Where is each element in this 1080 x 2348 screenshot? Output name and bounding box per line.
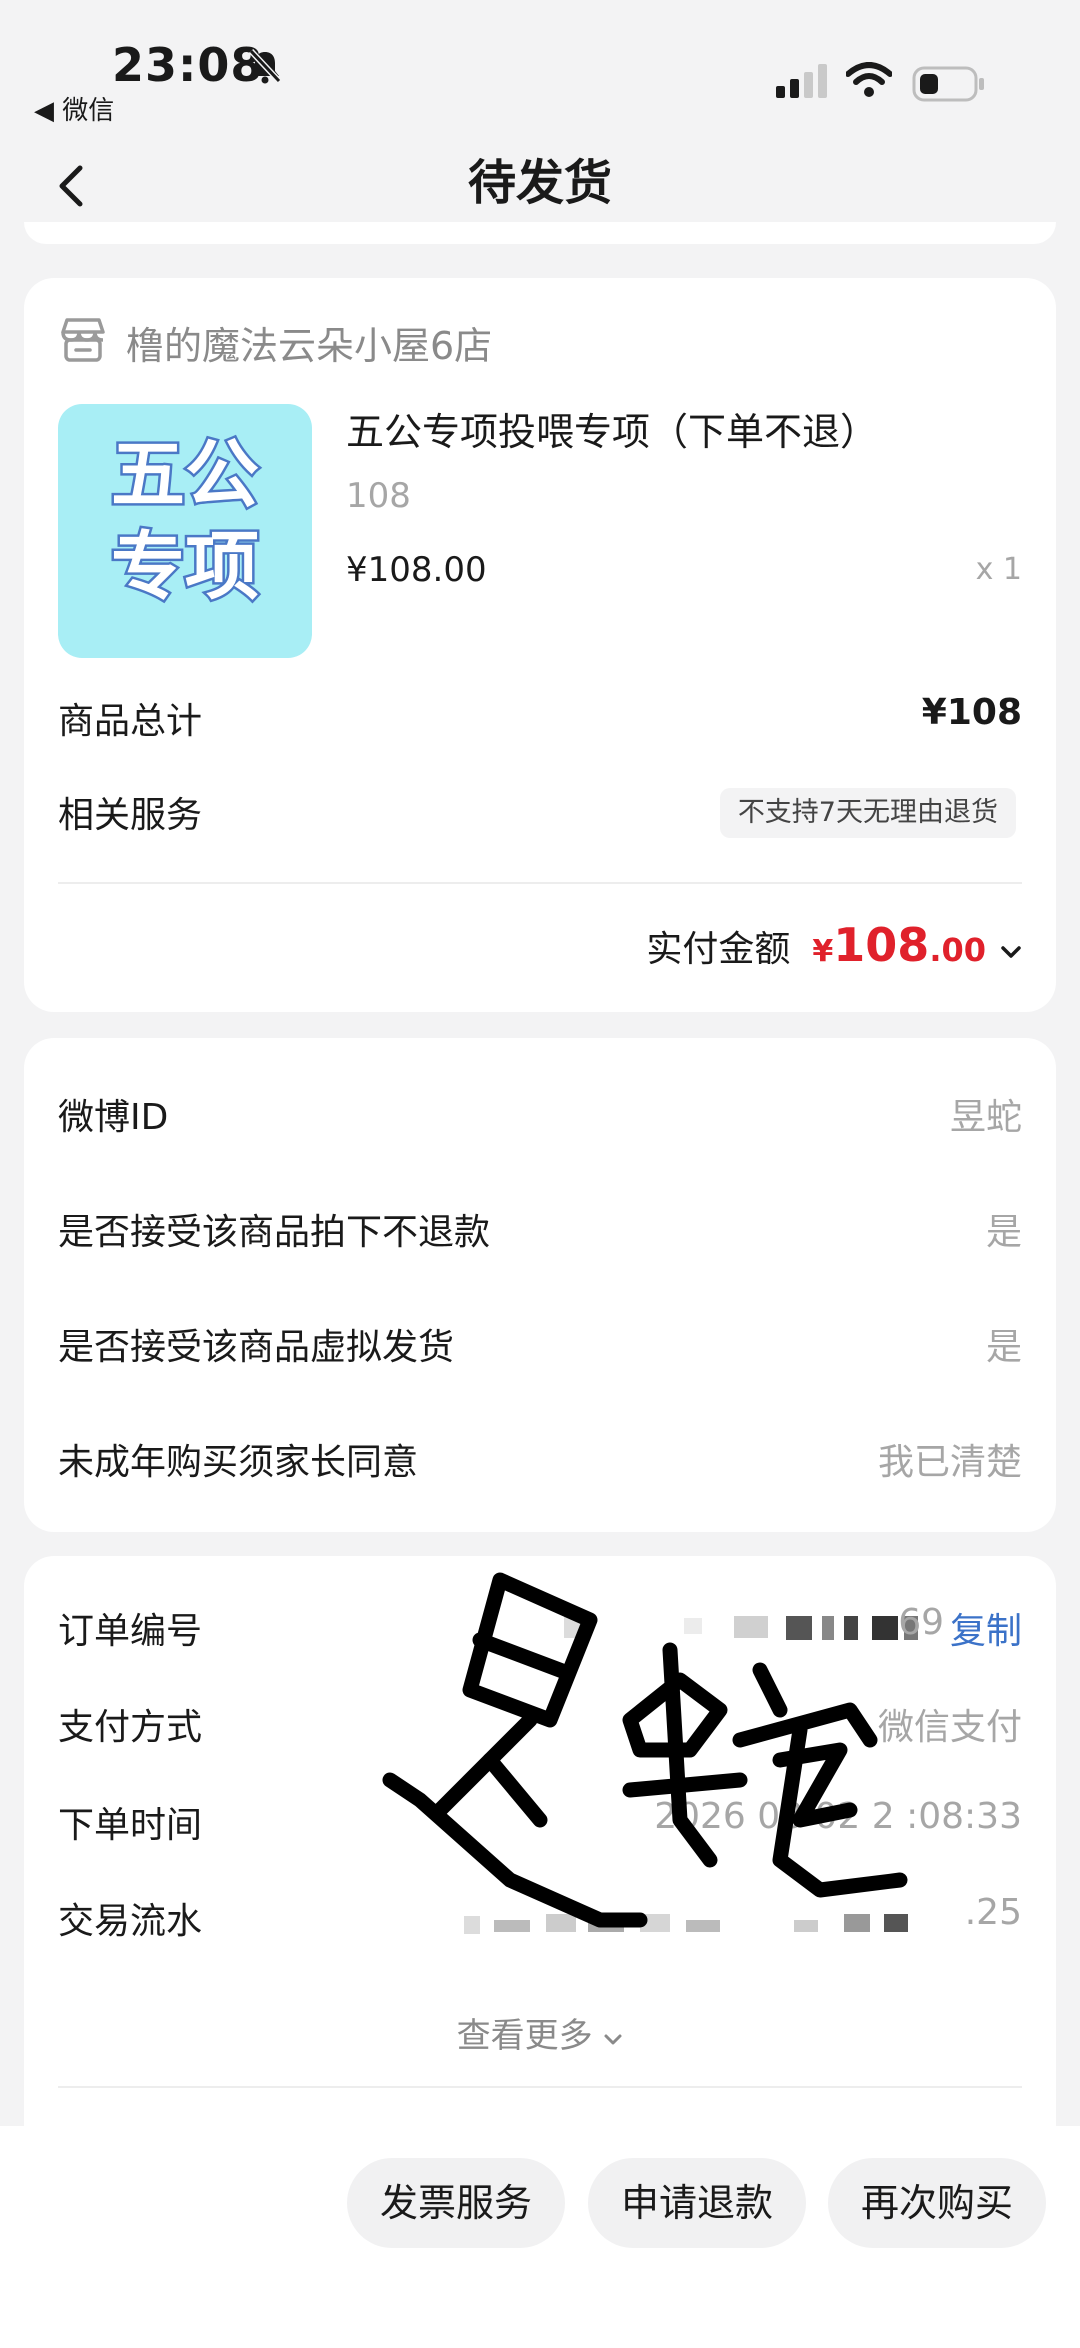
divider	[58, 2086, 1022, 2088]
status-time: 23:08	[112, 38, 264, 92]
order-time-label: 下单时间	[58, 1805, 203, 1846]
related-service-label: 相关服务	[58, 795, 203, 836]
request-refund-button[interactable]: 申请退款	[588, 2158, 806, 2248]
invoice-service-button[interactable]: 发票服务	[347, 2158, 565, 2248]
status-bar: 23:08 ◀ 微信	[0, 0, 1080, 130]
buy-again-button[interactable]: 再次购买	[828, 2158, 1046, 2248]
form-row-label: 是否接受该商品虚拟发货	[58, 1327, 455, 1368]
shop-header[interactable]: 橹的魔法云朵小屋6店	[58, 312, 492, 372]
form-row-value: 是	[985, 1212, 1022, 1253]
product-price: ¥108.00	[346, 550, 487, 590]
order-number-label: 订单编号	[58, 1611, 203, 1652]
amount-paid-integer: 108	[833, 918, 930, 972]
transaction-label: 交易流水	[58, 1901, 203, 1942]
divider	[58, 882, 1022, 884]
thumbnail-text-line1: 五公	[109, 430, 262, 521]
view-more-link[interactable]: 查看更多	[24, 2008, 1056, 2057]
form-row-label: 微博ID	[58, 1097, 169, 1138]
amount-paid-row[interactable]: 实付金额 ¥ 108 .00	[646, 918, 1022, 972]
shop-name: 橹的魔法云朵小屋6店	[126, 323, 493, 368]
wifi-icon	[845, 62, 893, 102]
goods-total-label: 商品总计	[58, 701, 203, 742]
form-row-value: 昱蛇	[949, 1097, 1022, 1138]
transaction-tail: .25	[964, 1892, 1022, 1933]
form-row-value: 我已清楚	[877, 1442, 1022, 1483]
payment-method-label: 支付方式	[58, 1707, 203, 1748]
order-product-card: 橹的魔法云朵小屋6店 五公 专项 五公专项投喂专项（下单不退） 108 ¥108…	[24, 278, 1056, 1012]
thumbnail-text-line2: 专项	[109, 522, 262, 613]
bottom-action-bar: 发票服务 申请退款 再次购买	[0, 2126, 1080, 2348]
back-to-wechat-link[interactable]: ◀ 微信	[34, 90, 114, 127]
battery-icon	[912, 66, 986, 106]
copy-order-number-button[interactable]: 复制	[950, 1602, 1022, 1654]
product-thumbnail[interactable]: 五公 专项	[58, 404, 312, 658]
amount-paid-currency: ¥	[812, 934, 834, 969]
view-more-label: 查看更多	[456, 2016, 593, 2056]
chevron-down-icon	[603, 2016, 623, 2056]
order-form-card: 微博ID 昱蛇 是否接受该商品拍下不退款 是 是否接受该商品虚拟发货 是 未成年…	[24, 1038, 1056, 1532]
page-title: 待发货	[467, 155, 612, 211]
cellular-signal-icon	[776, 64, 828, 102]
product-quantity: x 1	[975, 552, 1022, 587]
form-row-label: 未成年购买须家长同意	[58, 1442, 419, 1483]
amount-paid-label: 实付金额	[646, 929, 791, 970]
chevron-down-icon[interactable]	[1000, 945, 1022, 965]
form-row-label: 是否接受该商品拍下不退款	[58, 1212, 491, 1253]
goods-total-value: ¥108	[921, 692, 1022, 733]
watermark	[380, 1560, 920, 1990]
amount-paid-decimal: .00	[929, 931, 986, 969]
previous-card-edge	[24, 222, 1056, 244]
shop-store-icon	[58, 316, 108, 368]
product-spec: 108	[346, 476, 411, 516]
no-return-tag: 不支持7天无理由退货	[719, 788, 1016, 838]
mute-bell-icon	[248, 48, 282, 88]
product-title[interactable]: 五公专项投喂专项（下单不退）	[346, 404, 878, 460]
form-row-value: 是	[985, 1327, 1022, 1368]
